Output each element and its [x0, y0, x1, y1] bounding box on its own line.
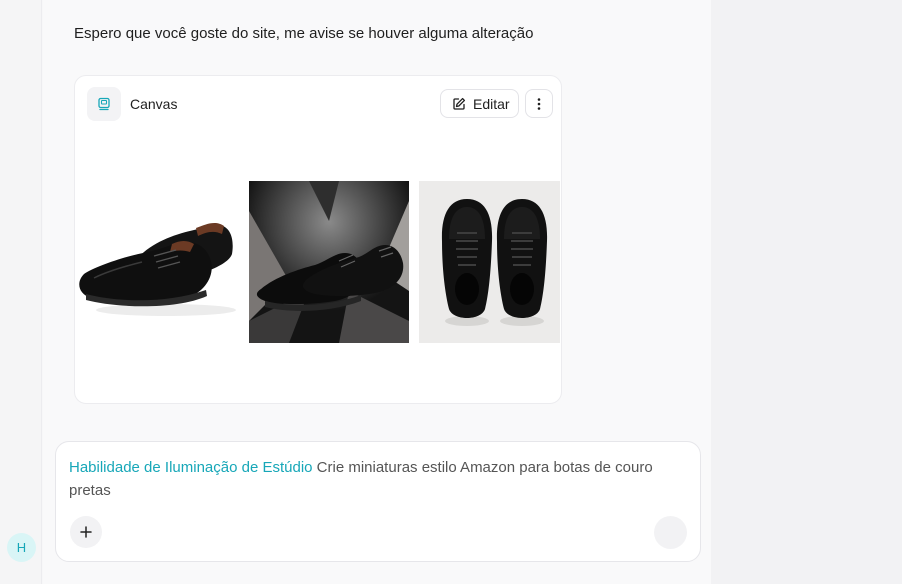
canvas-title: Canvas: [130, 96, 178, 112]
canvas-card: Canvas Editar: [74, 75, 562, 404]
prompt-input[interactable]: Habilidade de Iluminação de Estúdio Crie…: [69, 456, 679, 502]
left-sidebar: H: [0, 0, 42, 584]
right-panel-gap: [711, 0, 902, 584]
more-options-button[interactable]: [525, 89, 553, 118]
chat-composer[interactable]: Habilidade de Iluminação de Estúdio Crie…: [55, 441, 701, 562]
plus-icon: [80, 526, 92, 538]
edit-button-label: Editar: [473, 95, 510, 112]
avatar[interactable]: H: [7, 533, 36, 562]
canvas-image-dark-geometric-shoes[interactable]: [249, 181, 409, 343]
assistant-message: Espero que você goste do site, me avise …: [74, 25, 534, 42]
edit-button[interactable]: Editar: [440, 89, 519, 118]
skill-tag[interactable]: Habilidade de Iluminação de Estúdio: [69, 459, 313, 476]
send-button[interactable]: [654, 516, 687, 549]
add-attachment-button[interactable]: [70, 516, 102, 548]
canvas-image-oxford-shoes[interactable]: [76, 182, 238, 344]
edit-icon: [453, 97, 466, 110]
canvas-image-sneakers-top-view[interactable]: [419, 181, 560, 343]
canvas-header: Canvas Editar: [75, 76, 561, 132]
more-vertical-icon: [537, 97, 541, 110]
canvas-icon: [87, 87, 121, 121]
